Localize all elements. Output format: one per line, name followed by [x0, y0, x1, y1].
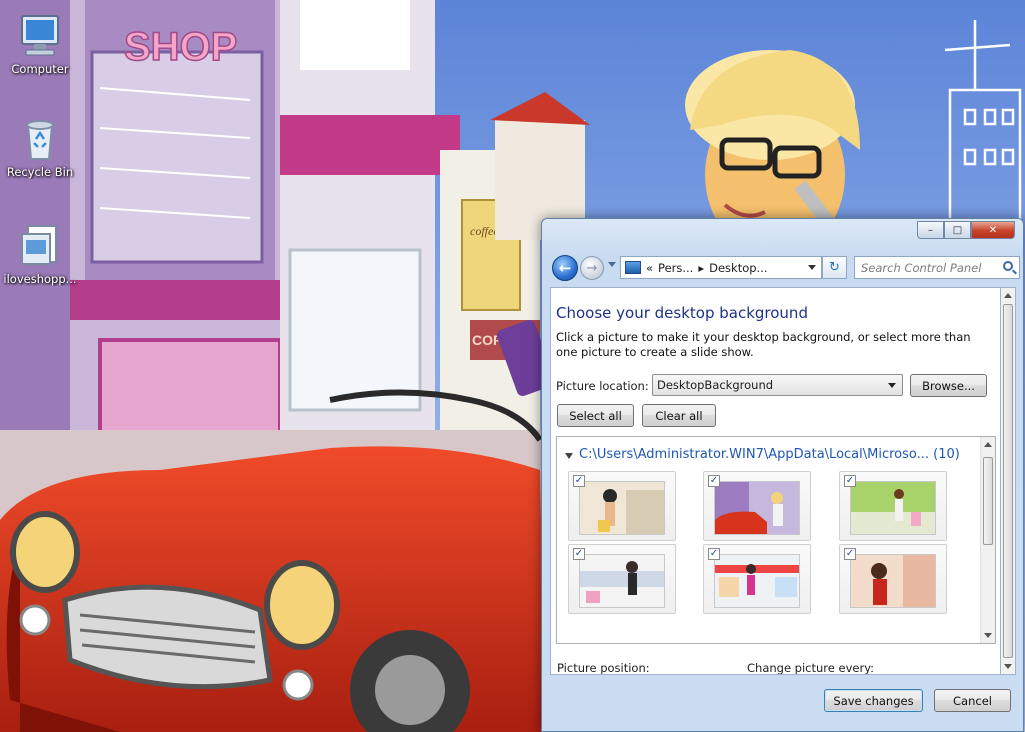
- search-placeholder: Search Control Panel: [861, 260, 982, 275]
- browse-button[interactable]: Browse...: [910, 374, 987, 397]
- cancel-button[interactable]: Cancel: [934, 689, 1011, 712]
- folder-group-header[interactable]: C:\Users\Administrator.WIN7\AppData\Loca…: [565, 447, 960, 462]
- scroll-down-icon[interactable]: [984, 633, 992, 638]
- minimize-button[interactable]: –: [917, 221, 944, 239]
- address-overflow[interactable]: «: [646, 261, 653, 275]
- thumbnail-6[interactable]: ✓: [839, 544, 947, 614]
- shop-sign-text: SHOP: [124, 25, 237, 69]
- scroll-down-icon[interactable]: [1004, 664, 1012, 669]
- forward-arrow-icon: →: [586, 260, 598, 276]
- forward-button[interactable]: →: [580, 256, 604, 280]
- thumbnail-2[interactable]: ✓: [703, 471, 811, 541]
- back-arrow-icon: ←: [558, 259, 572, 277]
- scrollbar-thumb[interactable]: [983, 457, 993, 545]
- thumbnail-image: [579, 554, 665, 608]
- desktop-icon-label: iloveshopp...: [3, 272, 77, 286]
- breadcrumb-desktop-background[interactable]: Desktop...: [709, 261, 767, 275]
- scroll-up-icon[interactable]: [984, 442, 992, 447]
- folder-path: C:\Users\Administrator.WIN7\AppData\Loca…: [579, 447, 960, 462]
- picture-location-select[interactable]: DesktopBackground: [652, 374, 903, 396]
- gallery-scrollbar[interactable]: [980, 437, 995, 643]
- back-button[interactable]: ←: [552, 255, 578, 281]
- thumbnail-image: [714, 481, 800, 535]
- navigation-bar: ← → « Pers... ▸ Desktop... ↻ Search Cont…: [550, 253, 1020, 281]
- address-bar[interactable]: « Pers... ▸ Desktop...: [620, 256, 822, 279]
- recycle-bin-icon: [26, 120, 54, 160]
- scrollbar-thumb[interactable]: [1003, 304, 1013, 658]
- document-icon: [21, 225, 57, 265]
- change-picture-label: Change picture every:: [747, 661, 875, 675]
- thumbnail-5[interactable]: ✓: [703, 544, 811, 614]
- address-dropdown-icon[interactable]: [808, 265, 816, 270]
- thumbnail-checkbox[interactable]: ✓: [708, 548, 720, 560]
- breadcrumb-personalization[interactable]: Pers...: [658, 261, 693, 275]
- select-all-button[interactable]: Select all: [557, 404, 634, 427]
- thumbnail-image: [579, 481, 665, 535]
- chevron-down-icon: [888, 383, 896, 388]
- caption-buttons: – □ ✕: [917, 221, 1015, 239]
- thumbnail-3[interactable]: ✓: [839, 471, 947, 541]
- search-input[interactable]: Search Control Panel: [854, 256, 1020, 279]
- thumbnail-image: [714, 554, 800, 608]
- computer-icon: [21, 15, 59, 56]
- page-title: Choose your desktop background: [556, 304, 808, 322]
- desktop-icon-recycle-bin[interactable]: Recycle Bin: [2, 115, 78, 179]
- picture-position-label: Picture position:: [557, 661, 650, 675]
- save-changes-button[interactable]: Save changes: [824, 689, 923, 712]
- picture-gallery: C:\Users\Administrator.WIN7\AppData\Loca…: [556, 436, 996, 644]
- refresh-icon: ↻: [829, 260, 840, 275]
- content-pane: Choose your desktop background Click a p…: [550, 287, 1001, 675]
- thumbnail-image: [850, 481, 936, 535]
- desktop-icon-label: Recycle Bin: [6, 165, 74, 179]
- scroll-up-icon[interactable]: [1004, 293, 1012, 298]
- control-panel-icon: [625, 261, 641, 274]
- breadcrumb-separator[interactable]: ▸: [698, 261, 704, 275]
- desktop-icon-computer[interactable]: Computer: [2, 12, 78, 76]
- search-icon[interactable]: [1003, 261, 1013, 271]
- desktop-icon-iloveshopping[interactable]: iloveshopp...: [2, 222, 78, 286]
- thumbnail-checkbox[interactable]: ✓: [844, 548, 856, 560]
- recent-pages-dropdown[interactable]: [608, 262, 616, 267]
- cafe-sign-text: coffee: [470, 224, 499, 238]
- picture-location-value: DesktopBackground: [657, 378, 774, 392]
- thumbnail-checkbox[interactable]: ✓: [573, 475, 585, 487]
- thumbnail-checkbox[interactable]: ✓: [573, 548, 585, 560]
- thumbnail-4[interactable]: ✓: [568, 544, 676, 614]
- picture-location-label: Picture location:: [556, 379, 649, 393]
- content-scrollbar[interactable]: [1001, 287, 1016, 675]
- personalization-window[interactable]: – □ ✕ ← → « Pers... ▸ Desktop... ↻ Searc…: [541, 218, 1024, 732]
- clear-all-button[interactable]: Clear all: [642, 404, 716, 427]
- refresh-button[interactable]: ↻: [822, 256, 847, 279]
- close-button[interactable]: ✕: [971, 221, 1015, 239]
- thumbnail-checkbox[interactable]: ✓: [844, 475, 856, 487]
- thumbnail-checkbox[interactable]: ✓: [708, 475, 720, 487]
- maximize-button[interactable]: □: [944, 221, 971, 239]
- collapse-triangle-icon[interactable]: [565, 452, 573, 459]
- desktop-icon-label: Computer: [11, 62, 69, 76]
- page-description: Click a picture to make it your desktop …: [556, 330, 971, 359]
- thumbnail-image: [850, 554, 936, 608]
- thumbnail-1[interactable]: ✓: [568, 471, 676, 541]
